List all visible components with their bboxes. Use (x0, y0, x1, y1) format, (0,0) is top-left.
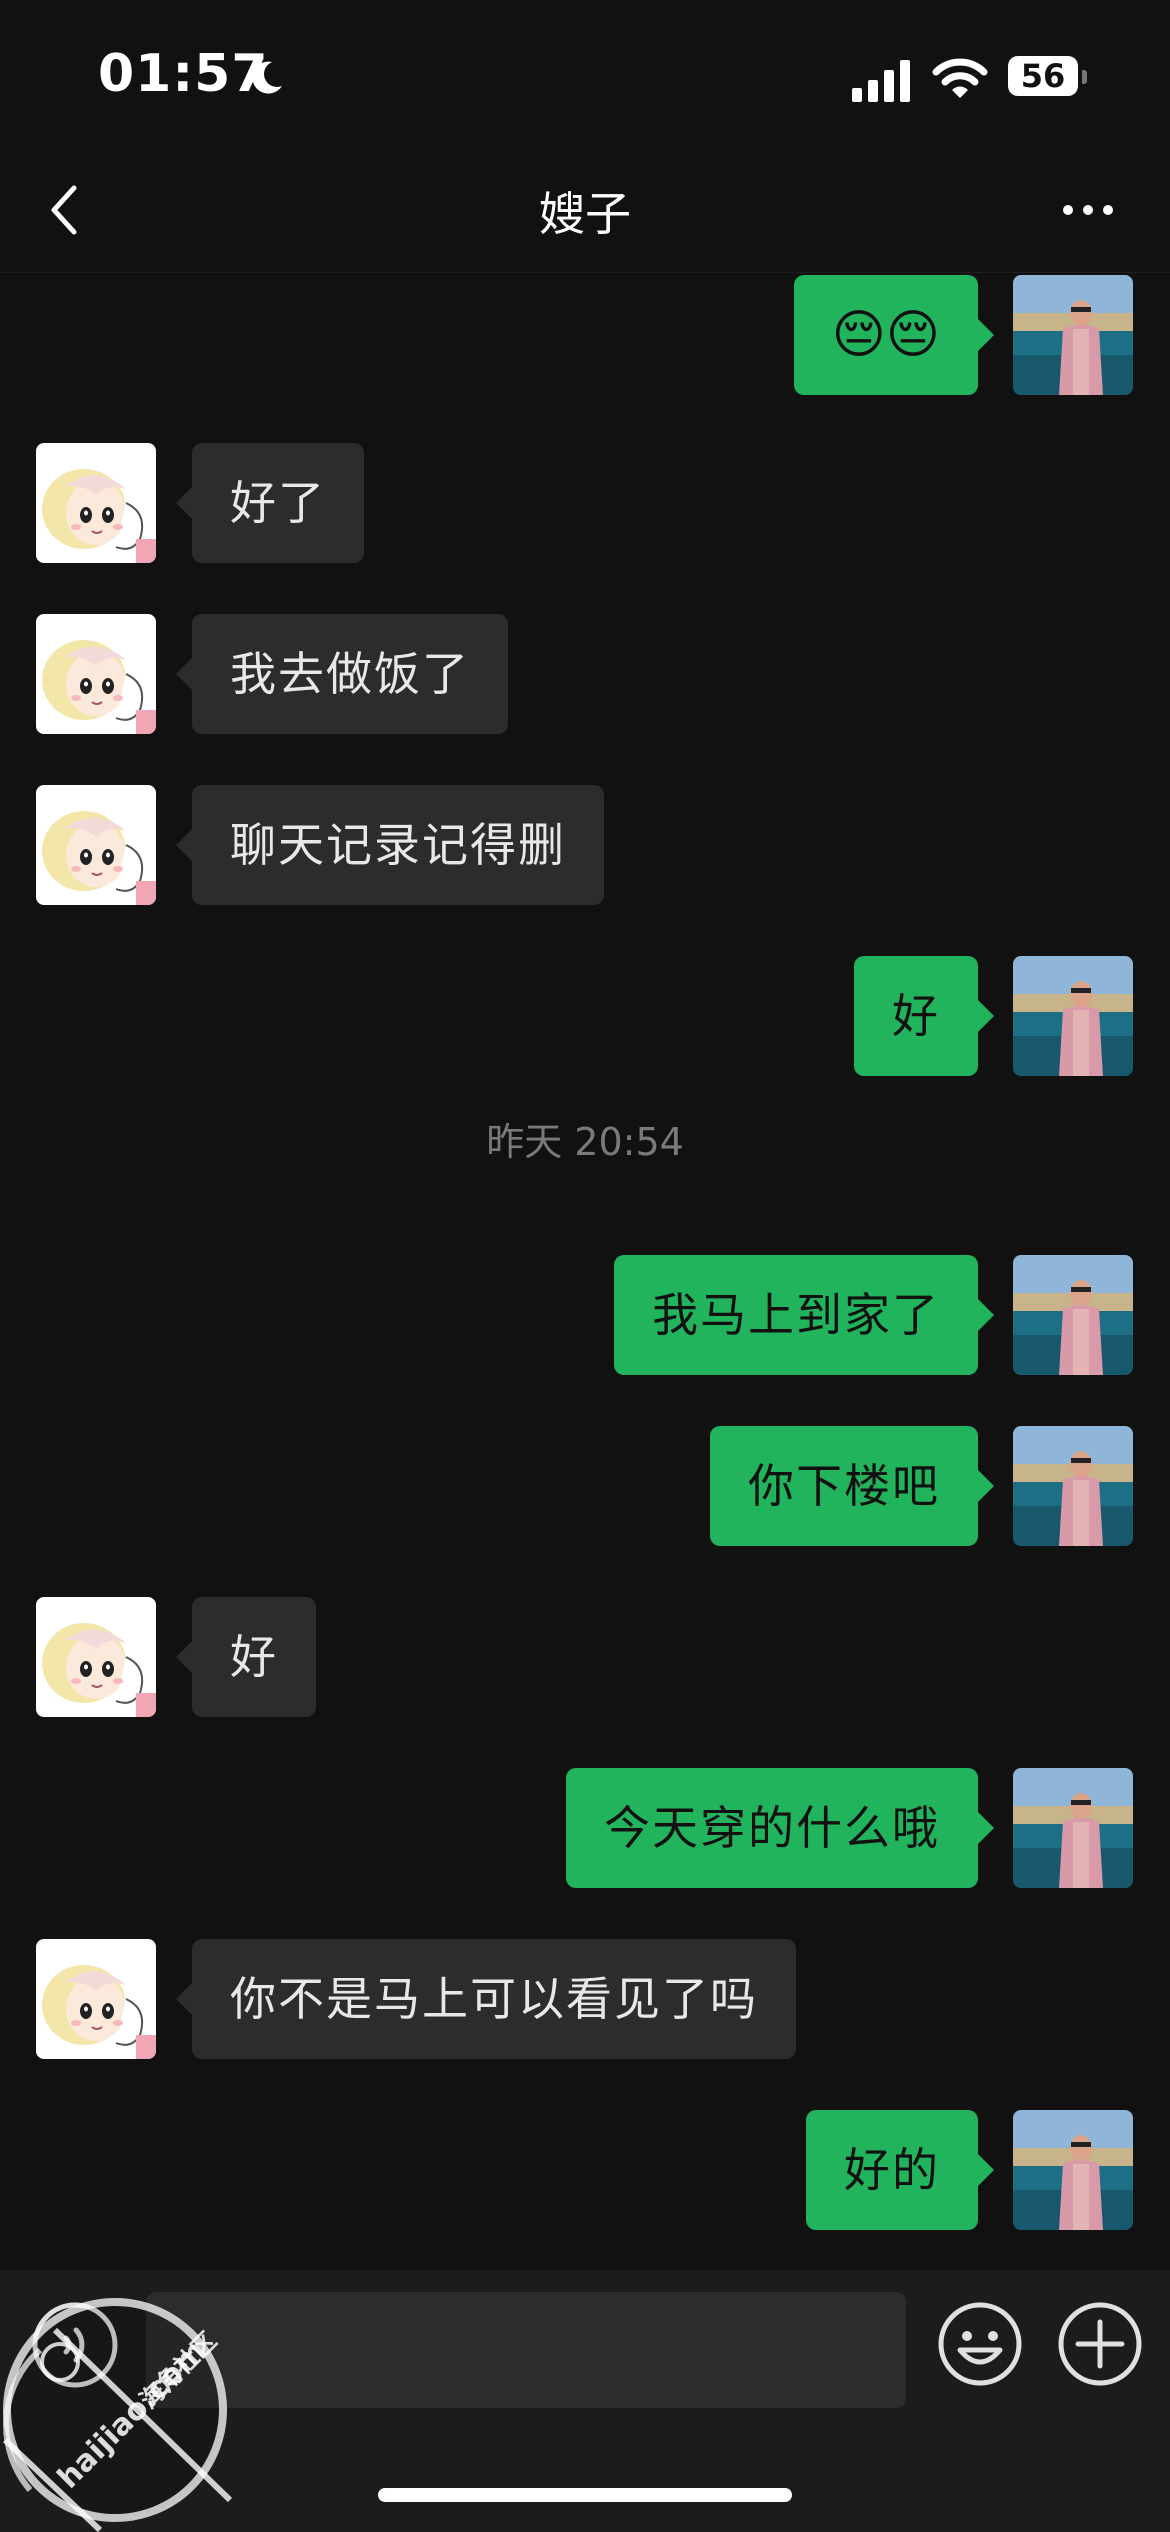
contact-avatar-image (36, 785, 156, 905)
outgoing-message-row: 今天穿的什么哦 (0, 1768, 1170, 1890)
chat-title: 嫂子 (539, 187, 631, 241)
signal-icon (852, 60, 910, 102)
wifi-icon (932, 58, 988, 98)
self-avatar[interactable] (1013, 1768, 1133, 1888)
voice-icon[interactable] (30, 2300, 120, 2390)
battery-icon: 56 (1008, 56, 1078, 96)
contact-avatar[interactable] (36, 443, 156, 563)
message-timestamp: 昨天 20:54 (486, 1120, 684, 1164)
outgoing-message-bubble[interactable]: 好的 (806, 2110, 994, 2230)
incoming-message-row: 好 (0, 1597, 1170, 1719)
outgoing-message-row: 😔😔 (0, 275, 1170, 397)
self-avatar-image (1013, 1426, 1133, 1546)
incoming-message-bubble[interactable]: 你不是马上可以看见了吗 (176, 1939, 796, 2059)
incoming-message-row: 聊天记录记得删 (0, 785, 1170, 907)
contact-avatar[interactable] (36, 785, 156, 905)
incoming-message-bubble[interactable]: 我去做饭了 (176, 614, 508, 734)
self-avatar-image (1013, 1768, 1133, 1888)
chat-nav-bar: 嫂子 (0, 150, 1170, 273)
emoji-icon[interactable] (936, 2300, 1024, 2388)
moon-icon (252, 61, 282, 94)
outgoing-message-bubble[interactable]: 你下楼吧 (710, 1426, 994, 1546)
contact-avatar[interactable] (36, 614, 156, 734)
self-avatar-image (1013, 275, 1133, 395)
incoming-message-row: 你不是马上可以看见了吗 (0, 1939, 1170, 2061)
home-indicator[interactable] (378, 2488, 792, 2502)
self-avatar[interactable] (1013, 275, 1133, 395)
self-avatar[interactable] (1013, 1426, 1133, 1546)
battery-tip (1082, 70, 1087, 84)
outgoing-message-row: 好的 (0, 2110, 1170, 2232)
outgoing-message-bubble[interactable]: 今天穿的什么哦 (566, 1768, 994, 1888)
outgoing-message-row: 你下楼吧 (0, 1426, 1170, 1548)
incoming-message-bubble[interactable]: 聊天记录记得删 (176, 785, 604, 905)
incoming-message-row: 我去做饭了 (0, 614, 1170, 736)
self-avatar-image (1013, 2110, 1133, 2230)
outgoing-message-row: 我马上到家了 (0, 1255, 1170, 1377)
self-avatar[interactable] (1013, 1255, 1133, 1375)
message-list[interactable]: 😔😔 好了 我去做饭了 聊天记录记得删 好 昨天 20:54 我马上到家了 你下… (0, 273, 1170, 2270)
plus-icon[interactable] (1056, 2300, 1144, 2388)
incoming-message-row: 好了 (0, 443, 1170, 565)
outgoing-message-row: 好 (0, 956, 1170, 1078)
contact-avatar-image (36, 614, 156, 734)
message-input[interactable] (146, 2292, 906, 2408)
self-avatar-image (1013, 956, 1133, 1076)
contact-avatar-image (36, 1597, 156, 1717)
more-dots-icon[interactable] (1060, 200, 1116, 220)
outgoing-message-bubble[interactable]: 好 (854, 956, 994, 1076)
contact-avatar-image (36, 1939, 156, 2059)
contact-avatar-image (36, 443, 156, 563)
contact-avatar[interactable] (36, 1597, 156, 1717)
self-avatar[interactable] (1013, 956, 1133, 1076)
status-bar: 01:57 56 (0, 0, 1170, 150)
self-avatar-image (1013, 1255, 1133, 1375)
contact-avatar[interactable] (36, 1939, 156, 2059)
outgoing-message-bubble[interactable]: 😔😔 (793, 275, 995, 395)
status-time: 01:57 (98, 44, 269, 104)
incoming-message-bubble[interactable]: 好 (176, 1597, 316, 1717)
incoming-message-bubble[interactable]: 好了 (176, 443, 364, 563)
self-avatar[interactable] (1013, 2110, 1133, 2230)
outgoing-message-bubble[interactable]: 我马上到家了 (614, 1255, 994, 1375)
